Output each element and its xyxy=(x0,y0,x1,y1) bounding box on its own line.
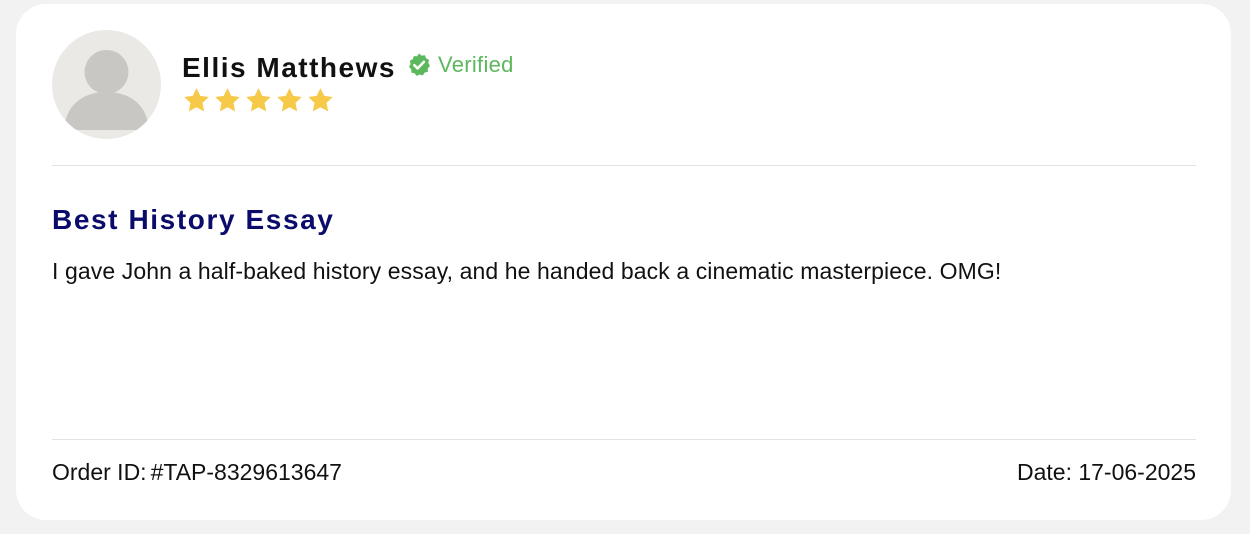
reviewer-name: Ellis Matthews xyxy=(182,52,396,83)
verified-badge-icon xyxy=(408,53,430,76)
footer-divider xyxy=(52,439,1196,440)
name-row: Ellis Matthews Verified xyxy=(182,50,514,86)
review-body: I gave John a half-baked history essay, … xyxy=(52,258,1002,284)
order-label: Order ID: xyxy=(52,459,147,485)
star-rating xyxy=(182,86,514,115)
review-header: Ellis Matthews Verified xyxy=(52,30,514,140)
star-icon xyxy=(308,88,333,112)
header-divider xyxy=(52,165,1196,166)
review-date: Date: 17-06-2025 xyxy=(1016,459,1196,485)
avatar xyxy=(52,30,161,139)
review-card: Ellis Matthews Verified Best History Ess… xyxy=(16,4,1231,520)
reviewer-identity: Ellis Matthews Verified xyxy=(182,50,514,115)
review-footer: Order ID: #TAP-8329613647 Date: 17-06-20… xyxy=(52,459,1196,486)
star-icon xyxy=(184,88,209,112)
review-title: Best History Essay xyxy=(52,204,335,235)
user-silhouette-icon xyxy=(64,50,149,130)
verified-label: Verified xyxy=(437,52,514,77)
star-icon xyxy=(246,88,271,112)
order-id: #TAP-8329613647 xyxy=(150,459,342,485)
verified-badge: Verified xyxy=(406,52,514,78)
order-info: Order ID: #TAP-8329613647 xyxy=(52,459,342,486)
star-icon xyxy=(215,88,240,112)
star-icon xyxy=(277,88,302,112)
